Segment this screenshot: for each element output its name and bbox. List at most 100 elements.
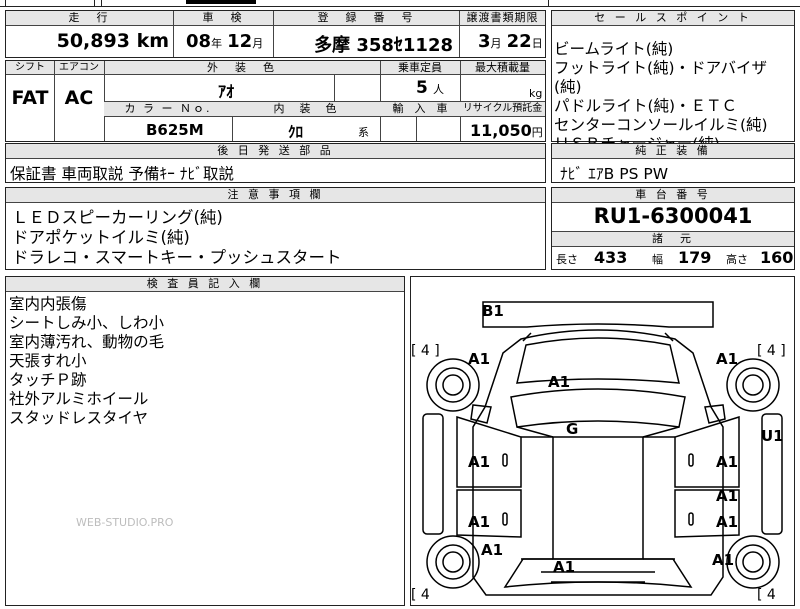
damage-mark: A1 bbox=[468, 453, 490, 471]
shift-value: FAT bbox=[11, 87, 49, 109]
load-unit: kg bbox=[529, 87, 543, 100]
list-item: ドラレコ・スマートキー・プッシュスタート bbox=[12, 248, 342, 267]
watermark: WEB-STUDIO.PRO bbox=[76, 516, 174, 529]
list-item: タッチＰ跡 bbox=[9, 371, 87, 389]
hood-outline bbox=[516, 337, 680, 384]
specs-header: 諸 元 bbox=[552, 231, 794, 247]
interior-color-value: ｸﾛ bbox=[288, 123, 304, 141]
list-item: フットライト(純)・ドアバイザ(純) bbox=[554, 59, 767, 96]
wheel-rear-right bbox=[726, 535, 780, 589]
list-item: 社外アルミホイール bbox=[9, 390, 149, 408]
list-item: センターコンソールイルミ(純) bbox=[554, 116, 768, 134]
side-skirt-left bbox=[422, 413, 444, 535]
chassis-header: 車 台 番 号 bbox=[552, 188, 794, 203]
sales-points-header: セ ー ル ス ポ イ ン ト bbox=[552, 11, 794, 26]
list-item: パドルライト(純)・ＥＴＣ bbox=[554, 97, 738, 115]
height-label: 高さ bbox=[726, 253, 748, 266]
damage-mark: A1 bbox=[716, 513, 738, 531]
width-label: 幅 bbox=[652, 253, 663, 266]
notes-header: 注 意 事 項 欄 bbox=[6, 188, 545, 203]
top-info-table: 走 行 50,893 km 車 検 08年 12月 登 録 番 号 多摩 358… bbox=[5, 10, 546, 58]
genuine-equipment-header: 純 正 装 備 bbox=[552, 144, 794, 159]
damage-mark: B1 bbox=[482, 302, 504, 320]
damage-mark: U1 bbox=[761, 427, 784, 445]
registration-number: 多摩 358ｾ1128 bbox=[314, 35, 453, 56]
front-bumper-outline bbox=[482, 301, 714, 328]
tire-tread-rr: [ 4 bbox=[757, 587, 776, 603]
list-item: ＬＥＤスピーカーリング(純) bbox=[12, 208, 223, 227]
list-item: 室内薄汚れ、動物の毛 bbox=[9, 333, 165, 351]
delivery-parts-box: 後 日 発 送 部 品 保証書 車両取説 予備ｷｰ ﾅﾋﾞ取説 bbox=[5, 143, 546, 183]
tire-tread-fr: [ 4 ] bbox=[757, 343, 786, 359]
recycle-label: リサイクル預託金 bbox=[462, 103, 543, 114]
capacity-label: 乗車定員 bbox=[398, 61, 442, 74]
transfer-deadline-label: 譲渡書類期限 bbox=[460, 11, 545, 26]
mileage-value: 50,893 km bbox=[56, 30, 169, 52]
inspector-header: 検 査 員 記 入 欄 bbox=[6, 277, 404, 292]
length-value: 433 bbox=[594, 248, 628, 267]
notes-box: 注 意 事 項 欄 ＬＥＤスピーカーリング(純) ドアポケットイルミ(純) ドラ… bbox=[5, 187, 546, 270]
windshield-outline bbox=[510, 388, 686, 428]
sales-points-list: ビームライト(純) フットライト(純)・ドアバイザ(純) パドルライト(純)・Ｅ… bbox=[552, 26, 794, 154]
rear-window-outline bbox=[503, 558, 693, 588]
list-item: スタッドレスタイヤ bbox=[9, 409, 149, 427]
damage-mark: A1 bbox=[548, 373, 570, 391]
door-front-right bbox=[674, 415, 740, 488]
damage-mark: A1 bbox=[716, 453, 738, 471]
genuine-equipment-text: ﾅﾋﾞ ｴｱB PS PW bbox=[560, 165, 669, 183]
inspector-box: 検 査 員 記 入 欄 室内内張傷 シートしみ小、しわ小 室内薄汚れ、動物の毛 … bbox=[5, 276, 405, 606]
tire-tread-fl: [ 4 ] bbox=[411, 343, 440, 359]
recycle-fee: 11,050円 bbox=[470, 121, 543, 140]
interior-color-label: 内 装 色 bbox=[273, 102, 339, 115]
color-no-value: B625M bbox=[146, 121, 204, 139]
top-cutoff-strip bbox=[0, 0, 800, 7]
registration-label: 登 録 番 号 bbox=[274, 11, 459, 26]
aircon-label: エアコン bbox=[59, 62, 99, 73]
mileage-label: 走 行 bbox=[6, 11, 173, 26]
damage-mark: A1 bbox=[716, 487, 738, 505]
length-label: 長さ bbox=[556, 253, 578, 266]
roof-outline bbox=[552, 436, 644, 560]
car-diagram: B1 A1 A1 A1 G U1 A1 A1 A1 A1 A1 A1 A1 A1… bbox=[411, 301, 786, 603]
inspector-list: 室内内張傷 シートしみ小、しわ小 室内薄汚れ、動物の毛 天張すれ小 タッチＰ跡 … bbox=[6, 292, 404, 428]
damage-mark: A1 bbox=[468, 513, 490, 531]
door-front-left bbox=[456, 415, 522, 488]
damage-mark: A1 bbox=[481, 541, 503, 559]
damage-mark: G bbox=[566, 420, 578, 438]
car-body-outline bbox=[472, 329, 724, 596]
exterior-color-value: ｱｵ bbox=[218, 82, 235, 101]
chassis-specs-box: 車 台 番 号 RU1-6300041 諸 元 長さ 433 幅 179 高さ … bbox=[551, 187, 795, 270]
inspection-label: 車 検 bbox=[174, 11, 273, 26]
color-no-label: カ ラ ー Ｎｏ. bbox=[124, 102, 212, 115]
inspection-date: 08年 12月 bbox=[186, 31, 264, 52]
import-label: 輸 入 車 bbox=[392, 102, 448, 115]
damage-mark: A1 bbox=[468, 350, 490, 368]
interior-suffix: 系 bbox=[358, 126, 369, 139]
chassis-number: RU1-6300041 bbox=[593, 204, 753, 228]
notes-list: ＬＥＤスピーカーリング(純) ドアポケットイルミ(純) ドラレコ・スマートキー・… bbox=[6, 203, 545, 268]
sales-points-box: セ ー ル ス ポ イ ン ト ビームライト(純) フットライト(純)・ドアバイ… bbox=[551, 10, 795, 153]
width-value: 179 bbox=[678, 248, 712, 267]
specs-row: 長さ 433 幅 179 高さ 160 bbox=[552, 246, 794, 269]
genuine-equipment-box: 純 正 装 備 ﾅﾋﾞ ｴｱB PS PW bbox=[551, 143, 795, 183]
list-item: シートしみ小、しわ小 bbox=[9, 314, 165, 332]
delivery-parts-text: 保証書 車両取説 予備ｷｰ ﾅﾋﾞ取説 bbox=[10, 165, 235, 183]
aircon-value: AC bbox=[64, 87, 94, 109]
damage-mark: A1 bbox=[716, 350, 738, 368]
tire-tread-rl: [ 4 bbox=[411, 587, 430, 603]
wheel-rear-left bbox=[426, 535, 480, 589]
list-item: ビームライト(純) bbox=[554, 40, 674, 58]
list-item: 室内内張傷 bbox=[9, 295, 87, 313]
height-value: 160 bbox=[760, 248, 794, 267]
list-item: ドアポケットイルミ(純) bbox=[12, 228, 190, 247]
max-load-label: 最大積載量 bbox=[475, 61, 530, 74]
vehicle-detail-table: シフト エアコン 外 装 色 乗車定員 最大積載量 FAT AC ｱｵ 5 人 … bbox=[5, 60, 546, 142]
list-item: 天張すれ小 bbox=[9, 352, 87, 370]
exterior-color-label: 外 装 色 bbox=[207, 61, 277, 74]
transfer-deadline-date: 3月 22日 bbox=[478, 31, 543, 52]
delivery-parts-header: 後 日 発 送 部 品 bbox=[6, 144, 545, 159]
capacity-value: 5 人 bbox=[416, 78, 444, 98]
shift-label: シフト bbox=[15, 62, 45, 73]
car-diagram-box: B1 A1 A1 A1 G U1 A1 A1 A1 A1 A1 A1 A1 A1… bbox=[410, 276, 795, 606]
damage-mark: A1 bbox=[553, 558, 575, 576]
